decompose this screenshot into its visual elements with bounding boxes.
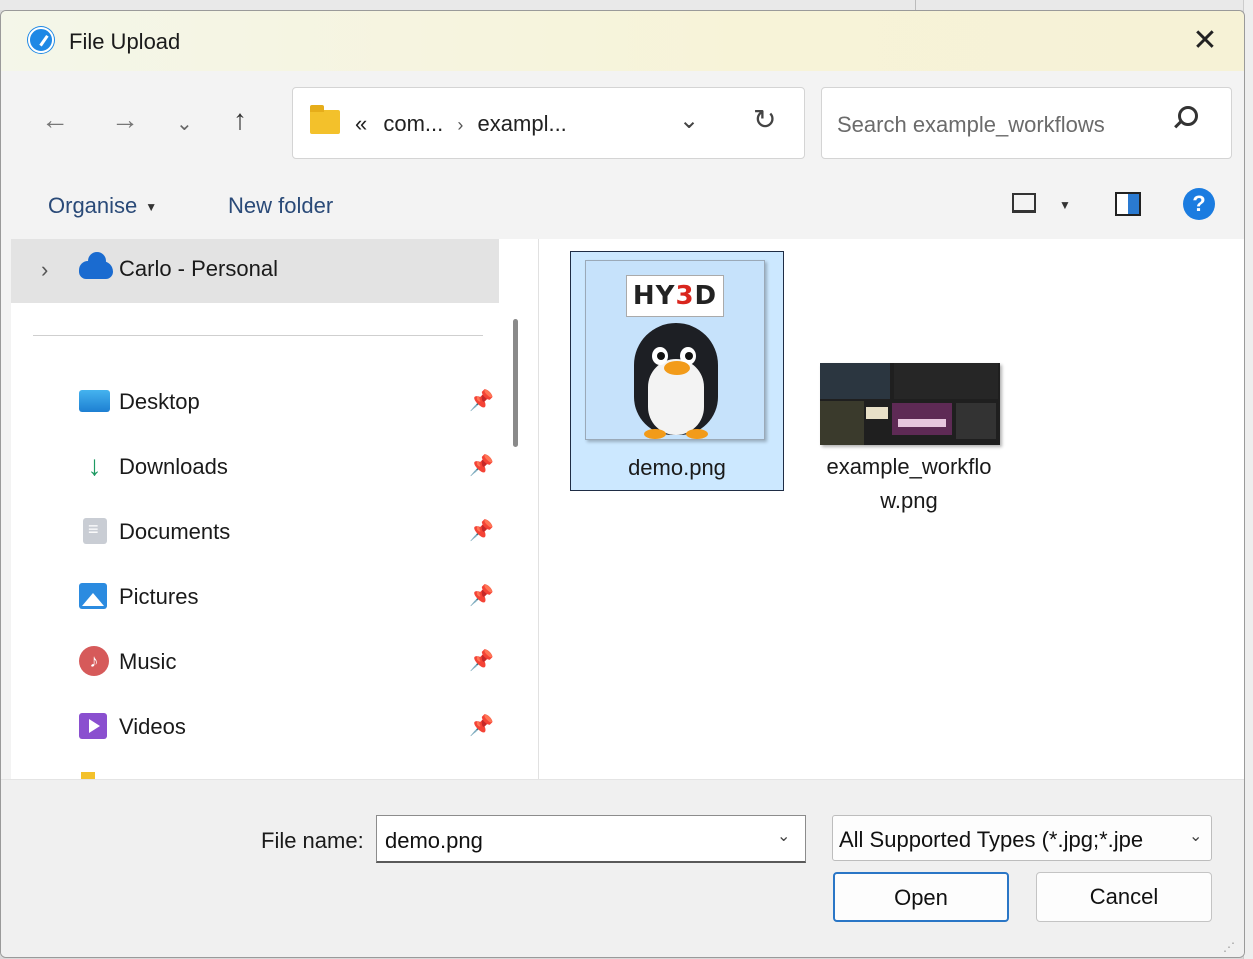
search-icon[interactable] <box>1178 106 1198 126</box>
sidebar-item-label: Downloads <box>119 454 228 479</box>
title-bar: File Upload ✕ <box>1 11 1244 71</box>
sidebar-item-desktop[interactable]: Desktop 📌 <box>11 371 499 433</box>
file-name-label: example_workflo <box>826 454 992 479</box>
address-bar[interactable]: « com... › exampl... ⌄ ↻ <box>292 87 805 159</box>
cancel-button[interactable]: Cancel <box>1036 872 1212 922</box>
desktop-icon <box>79 390 110 412</box>
folder-icon <box>310 105 340 134</box>
preview-pane-icon[interactable] <box>1115 192 1141 216</box>
chevron-down-icon[interactable]: ⌄ <box>777 826 790 846</box>
pin-icon[interactable]: 📌 <box>469 713 494 738</box>
sidebar-item-label: Music <box>119 649 177 674</box>
caret-down-icon: ▼ <box>145 200 158 215</box>
penguin-foot <box>686 429 708 439</box>
browser-body: › Carlo - Personal Desktop 📌 ↓ Downloads… <box>11 239 1244 779</box>
navigation-bar: ← → ⌄ ↑ « com... › exampl... ⌄ ↻ Search … <box>1 71 1244 181</box>
thumbnail-block <box>820 401 864 445</box>
file-type-value: All Supported Types (*.jpg;*.jpe <box>839 827 1144 852</box>
thumbnail-block <box>898 419 946 427</box>
sidebar-item-downloads[interactable]: ↓ Downloads 📌 <box>11 436 499 498</box>
thumbnail-block <box>894 363 998 399</box>
thumbnail-block <box>956 403 996 439</box>
music-icon: ♪ <box>79 646 109 676</box>
file-name-field[interactable]: demo.png ⌄ <box>376 815 806 863</box>
command-toolbar: Organise ▼ New folder ▼ ? <box>1 181 1244 239</box>
penguin-eye <box>652 347 668 365</box>
breadcrumb-overflow[interactable]: « <box>355 111 367 136</box>
chevron-down-icon[interactable]: ⌄ <box>1189 826 1202 846</box>
pin-icon[interactable]: 📌 <box>469 453 494 478</box>
sidebar-item-label: Carlo - Personal <box>119 256 278 281</box>
expand-chevron-icon[interactable]: › <box>41 257 48 283</box>
refresh-icon[interactable]: ↻ <box>753 103 776 136</box>
open-button[interactable]: Open <box>833 872 1009 922</box>
background-window-strip <box>0 0 1253 10</box>
search-box[interactable]: Search example_workflows <box>821 87 1232 159</box>
folder-icon <box>81 772 95 779</box>
sidebar-item-videos[interactable]: Videos 📌 <box>11 696 499 758</box>
sidebar-item-music[interactable]: ♪ Music 📌 <box>11 631 499 693</box>
resize-grip-icon[interactable]: ⋰ <box>1223 940 1235 954</box>
dialog-footer: File name: demo.png ⌄ All Supported Type… <box>1 779 1244 957</box>
pictures-icon <box>79 583 107 609</box>
organise-menu-button[interactable]: Organise ▼ <box>48 193 157 219</box>
sidebar-item-pictures[interactable]: Pictures 📌 <box>11 566 499 628</box>
sidebar-item-label: Pictures <box>119 584 199 609</box>
view-mode-icon[interactable] <box>1012 193 1036 213</box>
thumbnail-block <box>866 407 888 419</box>
videos-icon <box>79 713 107 739</box>
cloud-icon <box>79 252 113 279</box>
breadcrumb: « com... › exampl... <box>355 111 567 137</box>
back-arrow-icon[interactable]: ← <box>41 105 69 135</box>
file-list: HY3D demo.png example_workflo w.png <box>539 239 1244 779</box>
file-item-demo[interactable]: HY3D demo.png <box>570 251 784 491</box>
breadcrumb-separator-icon[interactable]: › <box>457 115 463 135</box>
file-type-select[interactable]: All Supported Types (*.jpg;*.jpe ⌄ <box>832 815 1212 861</box>
up-arrow-icon[interactable]: ↑ <box>233 105 247 135</box>
forward-arrow-icon[interactable]: → <box>111 105 139 135</box>
file-upload-dialog: File Upload ✕ ← → ⌄ ↑ « com... › exampl.… <box>0 10 1245 958</box>
file-name-input-value[interactable]: demo.png <box>385 828 483 854</box>
image-thumbnail: HY3D <box>585 260 765 440</box>
penguin-beak <box>664 361 690 375</box>
sidebar-divider <box>33 335 483 336</box>
sidebar-item-documents[interactable]: Documents 📌 <box>11 501 499 563</box>
sidebar-scrollbar[interactable] <box>513 319 518 447</box>
view-mode-caret-icon[interactable]: ▼ <box>1059 198 1071 212</box>
close-icon[interactable]: ✕ <box>1183 21 1227 61</box>
breadcrumb-item[interactable]: com... <box>383 111 443 136</box>
download-icon: ↓ <box>87 450 102 481</box>
help-icon[interactable]: ? <box>1183 188 1215 220</box>
sidebar-item-label: Videos <box>119 714 186 739</box>
dialog-title: File Upload <box>69 29 181 54</box>
documents-icon <box>83 518 107 544</box>
recent-locations-chevron-icon[interactable]: ⌄ <box>176 109 193 139</box>
file-name-label: w.png <box>880 488 938 513</box>
penguin-foot <box>644 429 666 439</box>
organise-label: Organise <box>48 193 138 218</box>
address-dropdown-chevron-icon[interactable]: ⌄ <box>679 106 699 135</box>
pin-icon[interactable]: 📌 <box>469 388 494 413</box>
browser-app-icon <box>28 27 54 53</box>
navigation-pane: › Carlo - Personal Desktop 📌 ↓ Downloads… <box>11 239 531 779</box>
search-input[interactable]: Search example_workflows <box>837 112 1105 138</box>
pin-icon[interactable]: 📌 <box>469 648 494 673</box>
file-item-example-workflow[interactable]: example_workflo w.png <box>802 251 1016 513</box>
sidebar-item-label: Desktop <box>119 389 200 414</box>
thumbnail-block <box>820 363 890 399</box>
pin-icon[interactable]: 📌 <box>469 583 494 608</box>
new-folder-button[interactable]: New folder <box>228 193 333 219</box>
background-divider <box>915 0 916 10</box>
sidebar-item-onedrive[interactable]: › Carlo - Personal <box>11 239 499 303</box>
file-name-label: demo.png <box>628 455 726 480</box>
pin-icon[interactable]: 📌 <box>469 518 494 543</box>
sidebar-item-label: Documents <box>119 519 231 544</box>
image-thumbnail <box>820 363 1000 445</box>
thumbnail-sign: HY3D <box>626 275 724 317</box>
file-name-label: File name: <box>261 828 364 853</box>
breadcrumb-item[interactable]: exampl... <box>478 111 567 136</box>
